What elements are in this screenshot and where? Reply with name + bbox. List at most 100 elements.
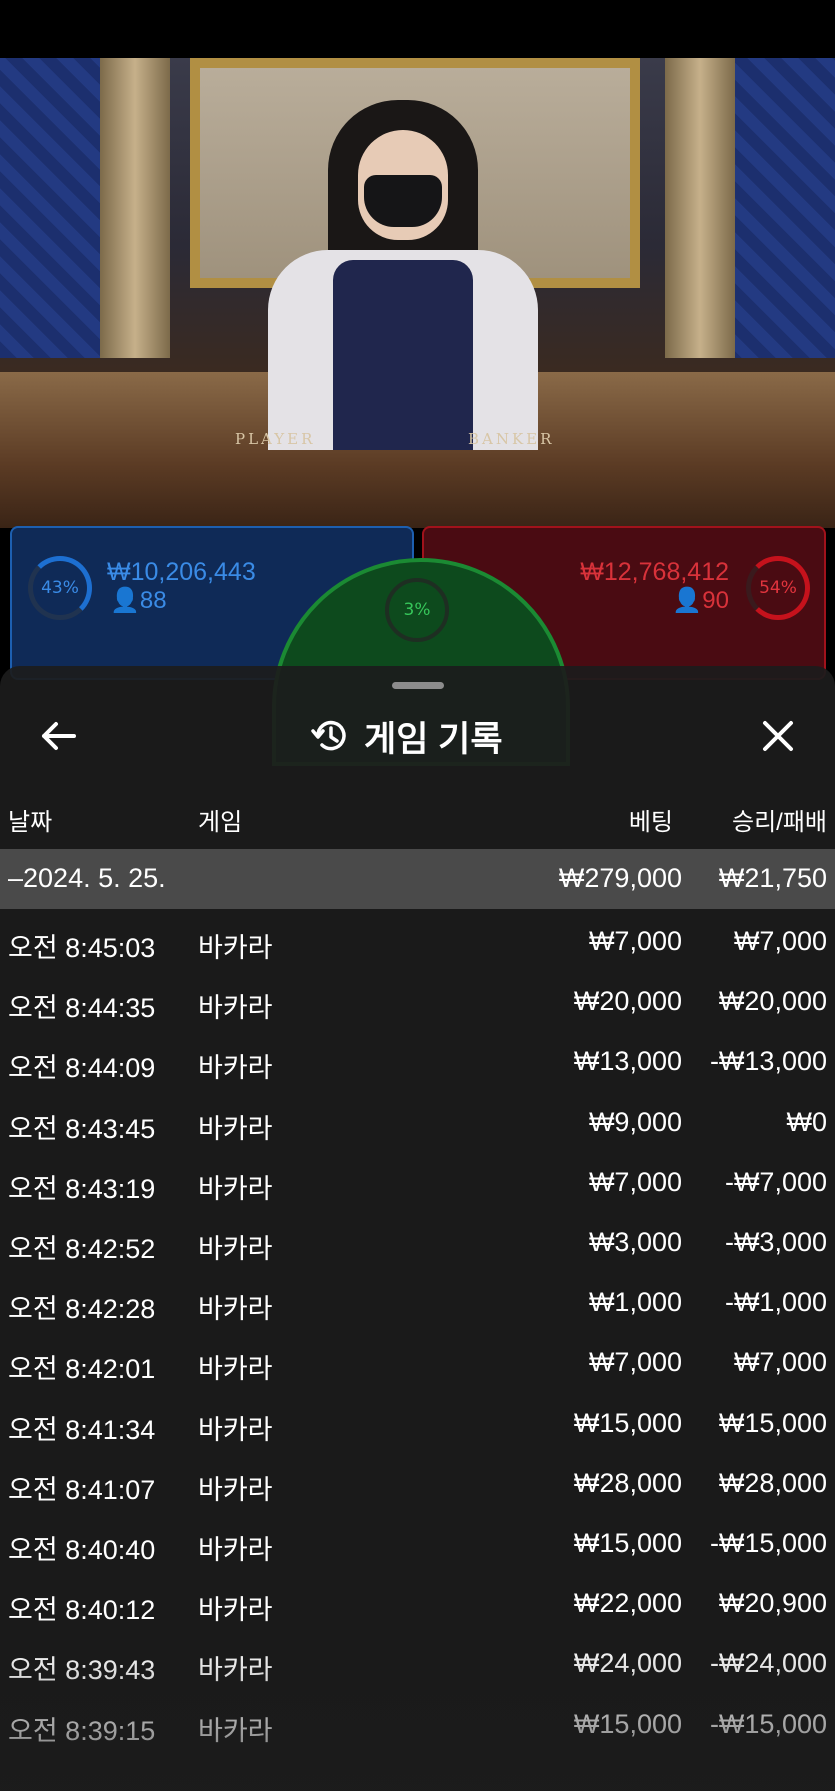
row-bet: ₩20,000	[573, 986, 682, 1017]
row-bet: ₩13,000	[573, 1046, 682, 1077]
row-result: -₩15,000	[709, 1708, 827, 1739]
history-row[interactable]: 오전 8:41:34 바카라 ₩15,000 ₩15,000	[0, 1396, 835, 1456]
row-bet: ₩15,000	[573, 1708, 682, 1739]
wall-panel-right	[725, 58, 835, 358]
row-result: -₩7,000	[724, 1166, 827, 1197]
row-game: 바카라	[198, 1414, 273, 1445]
history-clock-icon	[311, 720, 346, 751]
banker-percent: 54%	[759, 578, 797, 598]
banker-percent-ring: 54%	[746, 556, 810, 620]
game-history-sheet: 게임 기록 날짜 게임 베팅 승리/패배 –2024. 5. 25. ₩279,…	[0, 666, 835, 1791]
row-game: 바카라	[198, 1595, 273, 1626]
close-icon	[763, 721, 793, 751]
history-row[interactable]: 오전 8:43:45 바카라 ₩9,000 ₩0	[0, 1095, 835, 1155]
history-row[interactable]: 오전 8:45:03 바카라 ₩7,000 ₩7,000	[0, 914, 835, 974]
row-time: 오전 8:43:45	[8, 1113, 156, 1144]
row-result: ₩15,000	[718, 1407, 827, 1438]
user-icon: 👤	[110, 587, 140, 614]
column-header-game[interactable]: 게임	[198, 802, 242, 837]
player-percent-ring: 43%	[28, 556, 92, 620]
date-summary-row[interactable]: –2024. 5. 25. ₩279,000 ₩21,750	[0, 849, 835, 909]
row-bet: ₩7,000	[588, 1347, 682, 1378]
row-game: 바카라	[198, 1474, 273, 1505]
table-label-banker: BANKER	[468, 430, 555, 448]
row-bet: ₩7,000	[588, 926, 682, 956]
banker-amount: ₩12,768,412	[580, 558, 729, 586]
row-game: 바카라	[198, 1715, 273, 1746]
row-time: 오전 8:43:19	[8, 1173, 156, 1204]
history-row[interactable]: 오전 8:42:01 바카라 ₩7,000 ₩7,000	[0, 1335, 835, 1395]
column-header-result[interactable]: 승리/패배	[732, 802, 827, 837]
row-game: 바카라	[198, 1053, 273, 1084]
summary-bet: ₩279,000	[558, 863, 682, 893]
history-row[interactable]: 오전 8:40:12 바카라 ₩22,000 ₩20,900	[0, 1576, 835, 1636]
row-time: 오전 8:44:35	[8, 993, 156, 1024]
row-game: 바카라	[198, 1113, 273, 1144]
row-game: 바카라	[198, 1354, 273, 1385]
close-button[interactable]	[756, 714, 800, 758]
player-percent: 43%	[41, 578, 79, 598]
row-bet: ₩9,000	[588, 1106, 682, 1137]
row-result: ₩28,000	[718, 1467, 827, 1498]
row-bet: ₩28,000	[573, 1467, 682, 1498]
row-result: -₩13,000	[709, 1046, 827, 1077]
history-row[interactable]: 오전 8:39:43 바카라 ₩24,000 -₩24,000	[0, 1636, 835, 1696]
row-bet: ₩15,000	[573, 1407, 682, 1438]
row-time: 오전 8:41:07	[8, 1474, 156, 1505]
user-icon: 👤	[672, 587, 703, 614]
history-row[interactable]: 오전 8:43:19 바카라 ₩7,000 -₩7,000	[0, 1155, 835, 1215]
row-result: ₩20,900	[718, 1588, 827, 1619]
row-result: -₩3,000	[724, 1227, 827, 1257]
row-time: 오전 8:42:01	[8, 1354, 156, 1385]
row-time: 오전 8:40:40	[8, 1535, 156, 1565]
row-result: ₩7,000	[733, 926, 827, 956]
table-label-player: PLAYER	[235, 430, 316, 448]
summary-date: –2024. 5. 25.	[8, 863, 166, 893]
column-header-date[interactable]: 날짜	[8, 802, 52, 837]
row-result: -₩15,000	[709, 1528, 827, 1558]
row-game: 바카라	[198, 1294, 273, 1325]
row-time: 오전 8:41:34	[8, 1414, 156, 1445]
row-bet: ₩3,000	[588, 1227, 682, 1257]
row-game: 바카라	[198, 933, 273, 963]
row-time: 오전 8:39:43	[8, 1655, 156, 1686]
tie-percent: 3%	[403, 600, 431, 620]
tie-percent-ring: 3%	[385, 578, 449, 642]
row-time: 오전 8:39:15	[8, 1715, 156, 1746]
row-game: 바카라	[198, 1655, 273, 1686]
row-game: 바카라	[198, 1173, 273, 1204]
wall-panel-left	[0, 58, 110, 358]
history-row[interactable]: 오전 8:41:07 바카라 ₩28,000 ₩28,000	[0, 1456, 835, 1516]
row-time: 오전 8:40:12	[8, 1595, 156, 1626]
history-row[interactable]: 오전 8:42:28 바카라 ₩1,000 -₩1,000	[0, 1275, 835, 1335]
row-result: -₩1,000	[724, 1287, 827, 1318]
row-bet: ₩22,000	[573, 1588, 682, 1619]
row-result: ₩20,000	[718, 986, 827, 1017]
column-header-bet[interactable]: 베팅	[629, 802, 673, 837]
row-game: 바카라	[198, 993, 273, 1024]
player-count: 👤88	[110, 587, 167, 614]
row-bet: ₩1,000	[588, 1287, 682, 1318]
row-time: 오전 8:44:09	[8, 1053, 156, 1084]
pillar-left	[100, 58, 170, 358]
back-button[interactable]	[36, 714, 80, 758]
history-row[interactable]: 오전 8:40:40 바카라 ₩15,000 -₩15,000	[0, 1516, 835, 1576]
live-dealer-video: PLAYER BANKER	[0, 58, 835, 528]
row-result: -₩24,000	[709, 1648, 827, 1679]
history-row[interactable]: 오전 8:42:52 바카라 ₩3,000 -₩3,000	[0, 1215, 835, 1275]
history-row[interactable]: 오전 8:44:35 바카라 ₩20,000 ₩20,000	[0, 974, 835, 1034]
row-result: ₩7,000	[733, 1347, 827, 1378]
row-game: 바카라	[198, 1234, 273, 1264]
dealer	[258, 100, 548, 450]
history-row[interactable]: 오전 8:39:15 바카라 ₩15,000 -₩15,000	[0, 1697, 835, 1757]
row-time: 오전 8:42:52	[8, 1234, 156, 1264]
player-amount: ₩10,206,443	[107, 558, 256, 586]
history-row[interactable]: 오전 8:44:09 바카라 ₩13,000 -₩13,000	[0, 1034, 835, 1094]
row-result: ₩0	[786, 1106, 828, 1137]
sheet-title: 게임 기록	[364, 719, 503, 759]
row-game: 바카라	[198, 1535, 273, 1565]
row-bet: ₩7,000	[588, 1166, 682, 1197]
status-bar	[0, 0, 835, 58]
row-time: 오전 8:42:28	[8, 1294, 156, 1325]
sheet-drag-handle[interactable]	[392, 682, 444, 689]
